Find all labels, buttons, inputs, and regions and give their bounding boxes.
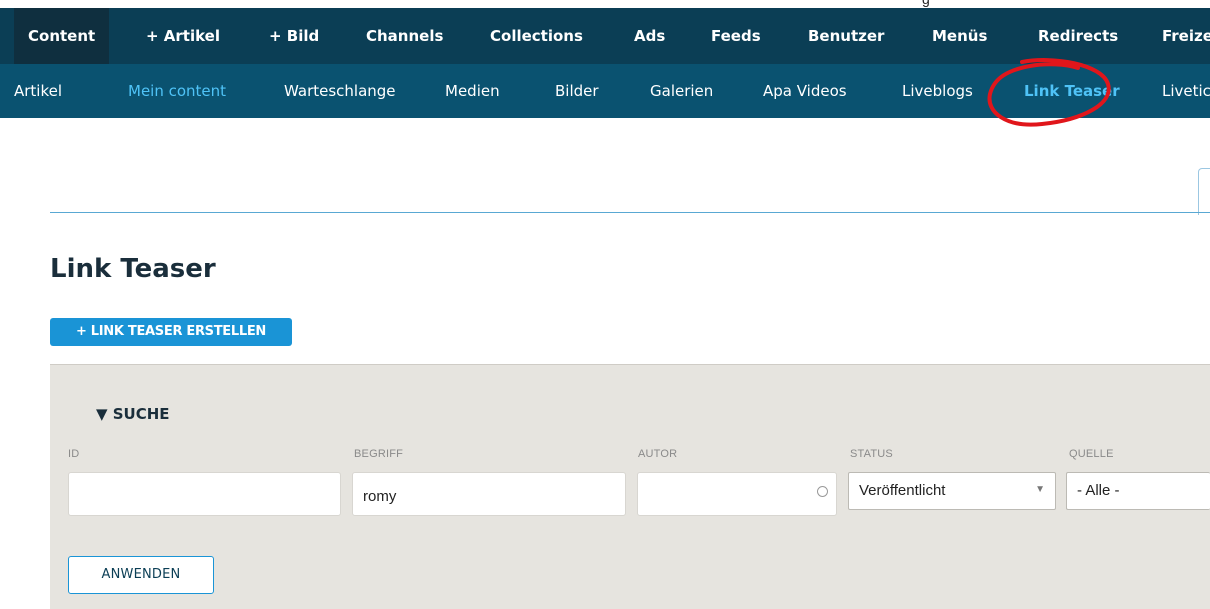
nav-ads[interactable]: Ads	[620, 8, 679, 64]
page-title: Link Teaser	[50, 254, 216, 284]
nav-benutzer[interactable]: Benutzer	[794, 8, 898, 64]
nav-feeds[interactable]: Feeds	[697, 8, 775, 64]
status-label: STATUS	[850, 448, 893, 460]
partial-text: g	[922, 0, 930, 7]
create-link-teaser-button[interactable]: + LINK TEASER ERSTELLEN	[50, 318, 292, 346]
subnav-galerien[interactable]: Galerien	[650, 64, 713, 118]
top-strip: g	[0, 0, 1210, 8]
content-divider	[50, 212, 1210, 213]
subnav-warteschlange[interactable]: Warteschlange	[284, 64, 396, 118]
nav-redirects[interactable]: Redirects	[1024, 8, 1132, 64]
autor-label: AUTOR	[638, 448, 678, 460]
nav-collections[interactable]: Collections	[476, 8, 597, 64]
id-label: ID	[68, 448, 80, 460]
nav-channels[interactable]: Channels	[352, 8, 457, 64]
status-value: Veröffentlicht	[859, 482, 946, 499]
autor-field[interactable]	[637, 472, 837, 516]
subnav-mein-content[interactable]: Mein content	[128, 64, 226, 118]
apply-button[interactable]: ANWENDEN	[68, 556, 214, 594]
subnav-liveticker[interactable]: Livetic	[1162, 64, 1210, 118]
subnav-liveblogs[interactable]: Liveblogs	[902, 64, 973, 118]
secondary-toolbar: Artikel Mein content Warteschlange Medie…	[0, 64, 1210, 118]
subnav-link-teaser[interactable]: Link Teaser	[1024, 64, 1120, 118]
begriff-label: BEGRIFF	[354, 448, 404, 460]
status-select[interactable]: Veröffentlicht ▼	[848, 472, 1056, 510]
nav-menus[interactable]: Menüs	[918, 8, 1001, 64]
id-field[interactable]	[68, 472, 341, 516]
chevron-down-icon: ▼	[1035, 484, 1045, 495]
search-toggle[interactable]: ▼ SUCHE	[96, 405, 170, 423]
nav-content[interactable]: Content	[14, 8, 110, 64]
quelle-value: - Alle -	[1077, 482, 1120, 499]
subnav-apa-videos[interactable]: Apa Videos	[763, 64, 847, 118]
subnav-artikel[interactable]: Artikel	[14, 64, 62, 118]
nav-add-artikel[interactable]: + Artikel	[132, 8, 234, 64]
begriff-value: romy	[363, 488, 397, 505]
subnav-bilder[interactable]: Bilder	[555, 64, 599, 118]
primary-toolbar: Content + Artikel + Bild Channels Collec…	[0, 8, 1210, 64]
nav-add-bild[interactable]: + Bild	[255, 8, 333, 64]
subnav-medien[interactable]: Medien	[445, 64, 500, 118]
quelle-select[interactable]: - Alle -	[1066, 472, 1210, 510]
quelle-label: QUELLE	[1069, 448, 1114, 460]
circle-icon	[817, 486, 828, 497]
tab-stub[interactable]	[1198, 168, 1210, 215]
nav-freizeit[interactable]: Freize	[1148, 8, 1210, 64]
begriff-field[interactable]: romy	[352, 472, 626, 516]
